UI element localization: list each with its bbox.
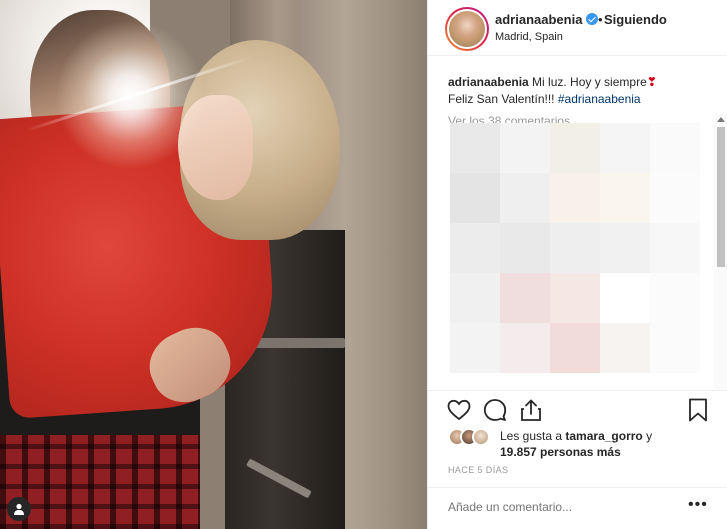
caption-text-line1: Mi luz. Hoy y siempre	[532, 75, 647, 89]
add-comment-input[interactable]	[448, 500, 668, 514]
user-icon[interactable]	[7, 497, 31, 521]
post-actions	[428, 390, 727, 430]
share-icon[interactable]	[518, 397, 544, 423]
add-comment-bar: •••	[428, 487, 727, 529]
header-separator: •	[598, 12, 603, 27]
photo-plaid-skirt	[0, 435, 200, 529]
heart-icon[interactable]	[446, 397, 472, 423]
caption-hashtag[interactable]: #adrianaabenia	[558, 92, 641, 106]
post-timestamp[interactable]: HACE 5 DÍAS	[448, 465, 508, 475]
heart-emoji-icon: ❣	[646, 75, 657, 89]
profile-avatar[interactable]	[445, 7, 489, 51]
likes-summary: Les gusta a tamara_gorro y 19.857 person…	[448, 426, 718, 462]
scrollbar-thumb[interactable]	[717, 127, 725, 267]
liker-username-link[interactable]: tamara_gorro	[565, 429, 642, 443]
pixelated-comments-overlay	[450, 123, 700, 390]
location-link[interactable]: Madrid, Spain	[495, 31, 563, 43]
likes-conjunction: y	[646, 429, 653, 443]
comment-icon[interactable]	[482, 397, 508, 423]
scroll-up-arrow-icon[interactable]	[717, 117, 725, 122]
caption-username[interactable]: adrianaabenia	[448, 75, 529, 89]
likes-count-link[interactable]: 19.857 personas más	[500, 445, 621, 459]
post-caption: adrianaabenia Mi luz. Hoy y siempre❣ Fel…	[448, 74, 698, 108]
post-header: adrianaabenia • Siguiendo Madrid, Spain	[428, 0, 727, 56]
likes-text: Les gusta a tamara_gorro y 19.857 person…	[500, 428, 720, 460]
post-sidebar: adrianaabenia • Siguiendo Madrid, Spain …	[427, 0, 727, 529]
liker-avatar[interactable]	[472, 428, 490, 446]
bookmark-icon[interactable]	[685, 397, 711, 423]
more-options-button[interactable]: •••	[688, 496, 708, 514]
likes-prefix: Les gusta a	[500, 429, 563, 443]
post-username-link[interactable]: adrianaabenia	[495, 12, 599, 27]
caption-text-line2: Feliz San Valentín!!!	[448, 92, 555, 106]
photo-door-bolt	[250, 338, 345, 348]
post-photo[interactable]	[0, 0, 427, 529]
following-button[interactable]: Siguiendo	[604, 12, 667, 27]
comments-section[interactable]: adrianaabenia Mi luz. Hoy y siempre❣ Fel…	[428, 57, 727, 390]
verified-badge-icon	[586, 13, 599, 25]
